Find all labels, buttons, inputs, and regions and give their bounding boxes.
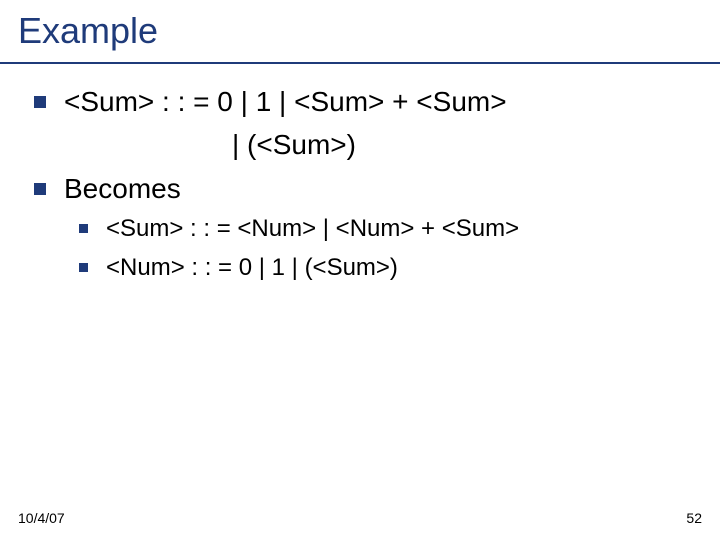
sub-grammar-1: <Sum> : : = <Num> | <Num> + <Sum> (106, 210, 720, 248)
grammar-text-cont: | (<Sum>) (64, 123, 720, 166)
sub-grammar-2: <Num> : : = 0 | 1 | (<Sum>) (106, 249, 720, 287)
bullet-spacer (0, 123, 64, 139)
bullet-line-becomes: Becomes (0, 167, 720, 210)
footer-date: 10/4/07 (18, 510, 65, 526)
becomes-text: Becomes (64, 167, 720, 210)
slide-title: Example (18, 10, 158, 52)
bullet-line-grammar: <Sum> : : = 0 | 1 | <Sum> + <Sum> (0, 80, 720, 123)
grammar-text-main: <Sum> : : = 0 | 1 | <Sum> + <Sum> (64, 80, 720, 123)
bullet-icon (0, 167, 64, 195)
sub-bullet-line-2: <Num> : : = 0 | 1 | (<Sum>) (0, 249, 720, 287)
footer-page-number: 52 (686, 510, 702, 526)
slide-content: <Sum> : : = 0 | 1 | <Sum> + <Sum> | (<Su… (0, 80, 720, 287)
sub-bullet-line-1: <Sum> : : = <Num> | <Num> + <Sum> (0, 210, 720, 248)
slide-footer: 10/4/07 52 (18, 510, 702, 526)
bullet-icon (0, 80, 64, 108)
bullet-line-grammar-cont: | (<Sum>) (0, 123, 720, 166)
bullet-icon (0, 210, 106, 233)
title-divider (0, 62, 720, 64)
bullet-icon (0, 249, 106, 272)
